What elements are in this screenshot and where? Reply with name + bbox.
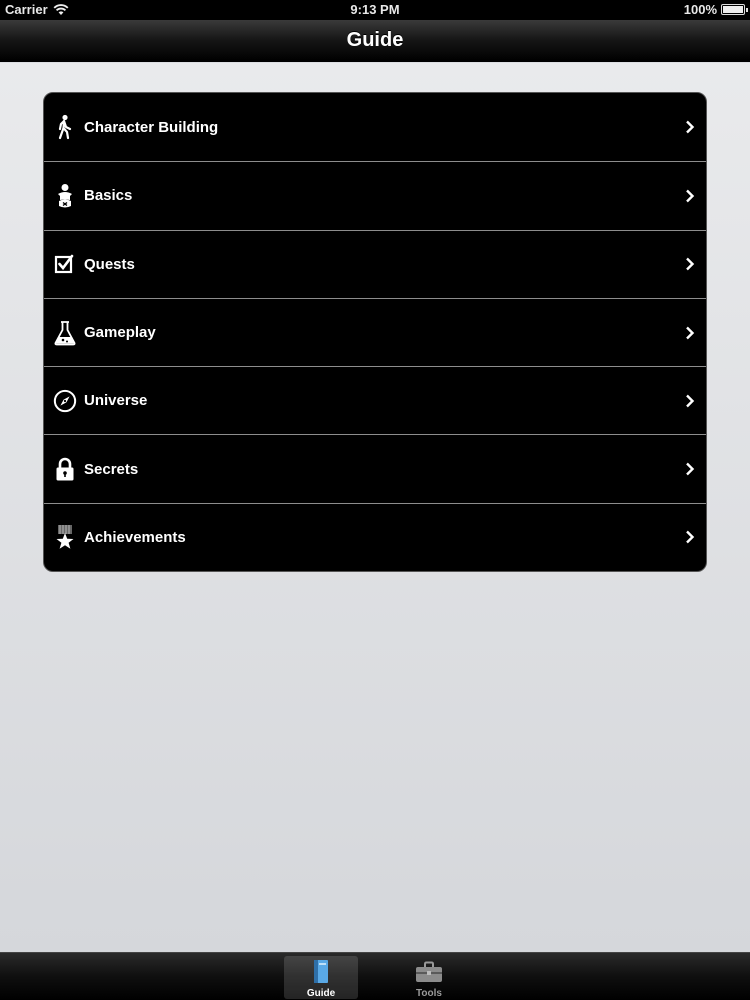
menu-item-universe[interactable]: Universe — [44, 366, 706, 434]
menu-item-label: Basics — [84, 187, 133, 205]
checkbox-icon — [52, 250, 78, 278]
menu-item-label: Achievements — [84, 528, 186, 546]
content-area: Character Building Basics Quests Gamepla… — [0, 63, 750, 952]
tab-bar: Guide Tools — [0, 952, 750, 1000]
book-icon — [311, 959, 331, 985]
toolbox-icon — [414, 959, 444, 985]
chevron-right-icon — [686, 120, 695, 134]
menu-item-achievements[interactable]: Achievements — [44, 502, 706, 571]
page-title: Guide — [346, 29, 404, 51]
chevron-right-icon — [686, 394, 695, 408]
menu-item-label: Gameplay — [84, 324, 156, 342]
menu-item-label: Universe — [84, 392, 148, 410]
walking-person-icon — [52, 113, 78, 141]
menu-item-quests[interactable]: Quests — [44, 229, 706, 298]
chevron-right-icon — [686, 462, 695, 476]
battery-percent: 100% — [683, 2, 717, 17]
baby-icon — [52, 182, 78, 210]
compass-icon — [52, 387, 78, 415]
tab-tools[interactable]: Tools — [392, 956, 466, 999]
menu-item-character-building[interactable]: Character Building — [44, 93, 706, 161]
chevron-right-icon — [686, 531, 695, 544]
menu-item-basics[interactable]: Basics — [44, 161, 706, 229]
menu-item-label: Secrets — [84, 460, 139, 478]
tab-label: Tools — [416, 988, 442, 999]
medal-star-icon — [52, 523, 78, 551]
status-bar: Carrier 9:13 PM 100% — [0, 0, 750, 20]
tab-label: Guide — [306, 988, 336, 999]
menu-item-label: Quests — [84, 255, 135, 273]
flask-icon — [52, 319, 78, 347]
chevron-right-icon — [686, 257, 695, 271]
lock-icon — [52, 455, 78, 483]
menu-item-gameplay[interactable]: Gameplay — [44, 297, 706, 366]
tab-guide[interactable]: Guide — [284, 956, 358, 999]
navigation-bar: Guide — [0, 20, 750, 62]
menu-item-secrets[interactable]: Secrets — [44, 434, 706, 502]
menu-item-label: Character Building — [84, 118, 219, 136]
status-time: 9:13 PM — [350, 2, 400, 17]
battery-indicator: 100% — [683, 2, 748, 17]
battery-icon — [721, 4, 748, 15]
chevron-right-icon — [686, 326, 695, 339]
chevron-right-icon — [686, 189, 695, 203]
guide-menu: Character Building Basics Quests Gamepla… — [43, 92, 707, 573]
